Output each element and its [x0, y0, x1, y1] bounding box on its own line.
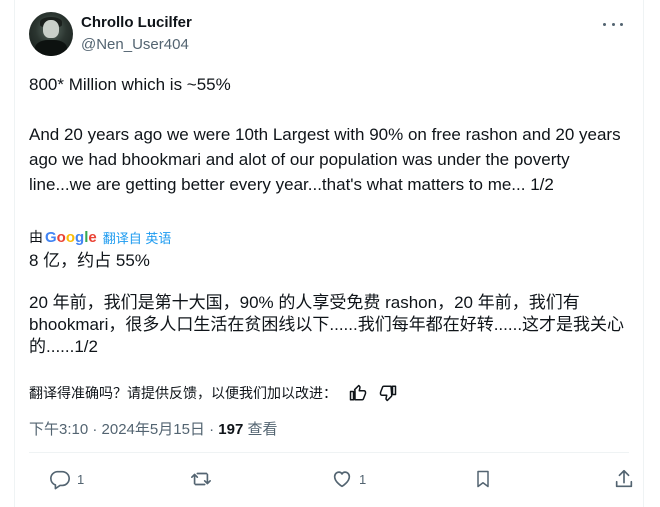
- reply-count: 1: [77, 471, 85, 487]
- bookmark-icon: [477, 470, 489, 488]
- retweet-button[interactable]: [189, 468, 213, 490]
- thumbs-down-icon[interactable]: [379, 384, 397, 402]
- tweet-meta: 下午3:10 · 2024年5月15日 · 197 查看: [29, 418, 277, 439]
- tweet-card: Chrollo Lucilfer @Nen_User404 800* Milli…: [14, 0, 644, 507]
- tweet-original-text: 800* Million which is ~55% And 20 years …: [29, 75, 621, 194]
- like-icon: [333, 471, 351, 488]
- author-name[interactable]: Chrollo Lucilfer: [81, 14, 192, 31]
- translated-by-prefix: 由: [29, 229, 43, 245]
- tweet-timestamp[interactable]: 下午3:10 · 2024年5月15日 ·: [29, 421, 218, 438]
- divider: [29, 452, 629, 453]
- more-icon[interactable]: [603, 14, 623, 34]
- translated-line-1: 8 亿，约占 55%: [29, 251, 150, 270]
- avatar[interactable]: [29, 12, 73, 56]
- translation-feedback: 翻译得准确吗？请提供反馈，以便我们加以改进：: [29, 383, 397, 403]
- retweet-icon: [191, 472, 211, 486]
- translation-source-link[interactable]: 翻译自 英语: [103, 228, 172, 247]
- view-label: 查看: [243, 421, 278, 438]
- like-button[interactable]: 1: [331, 468, 366, 490]
- share-button[interactable]: [613, 468, 635, 490]
- reply-button[interactable]: 1: [49, 468, 84, 490]
- translation-attribution: 由 Google 翻译自 英语: [29, 227, 171, 247]
- action-bar: 1 1: [29, 468, 633, 494]
- google-logo: Google: [45, 228, 97, 246]
- feedback-prompt: 翻译得准确吗？请提供反馈，以便我们加以改进：: [29, 385, 337, 401]
- translated-line-2: 20 年前，我们是第十大国，90% 的人享受免费 rashon，20 年前，我们…: [29, 293, 625, 356]
- share-icon: [615, 469, 633, 488]
- author-handle[interactable]: @Nen_User404: [81, 36, 189, 53]
- bookmark-button[interactable]: [473, 468, 493, 490]
- tweet-translated-text: 8 亿，约占 55% 20 年前，我们是第十大国，90% 的人享受免费 rash…: [29, 250, 629, 358]
- thumbs-up-icon[interactable]: [349, 384, 367, 402]
- like-count: 1: [359, 471, 367, 487]
- view-count: 197: [218, 421, 244, 438]
- reply-icon: [50, 470, 70, 490]
